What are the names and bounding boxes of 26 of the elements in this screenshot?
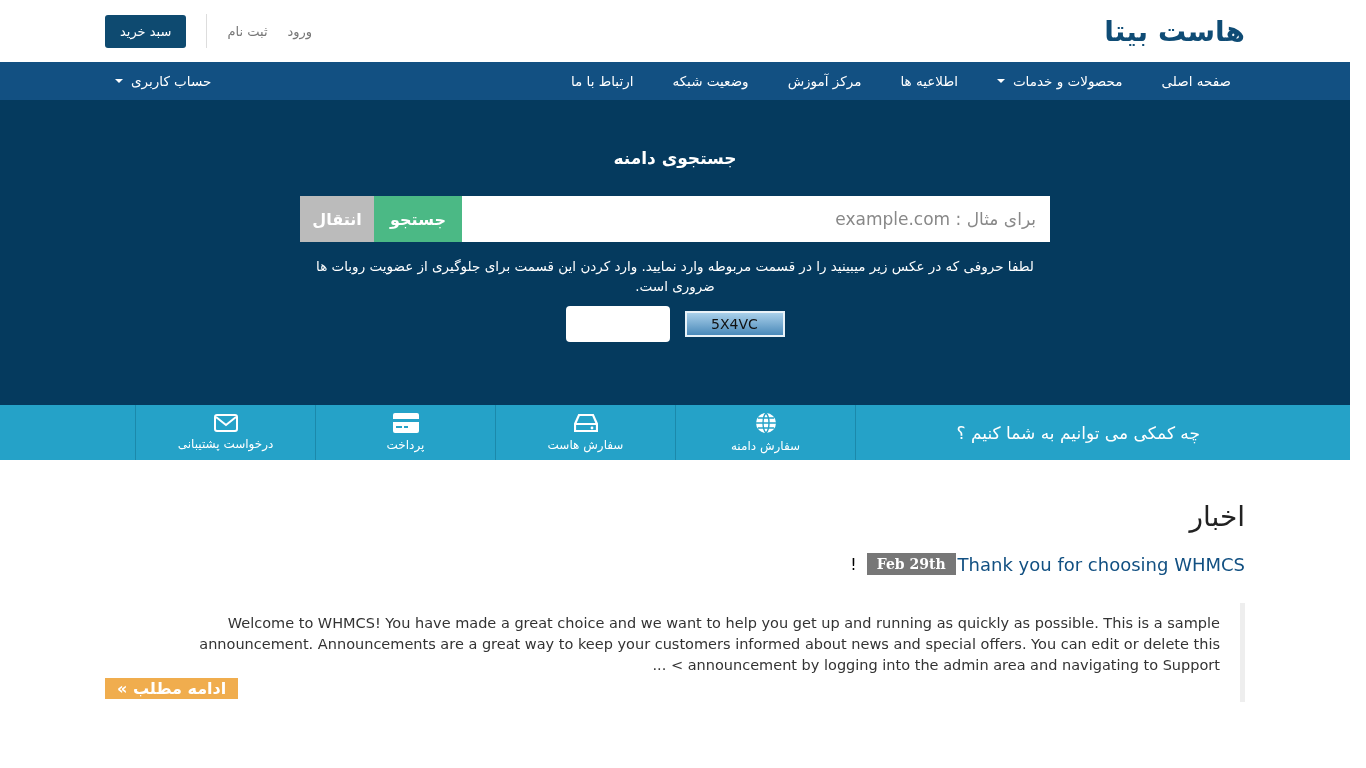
drive-icon (573, 413, 598, 433)
account-menu[interactable]: حساب کاربری (105, 73, 212, 89)
announcement-text: Welcome to WHMCS! You have made a great choice and we want to help you get up and running as quickly as possible. This is a sample announcement. Announcements are a great way to keep your customers informed about news and special offers. You can edit or delete this announcement by logging into the admin area and navigating to Support > ... (198, 614, 1220, 675)
announcement-title[interactable]: Thank you for choosing WHMCS (957, 553, 1245, 575)
news-heading: اخبار (1187, 500, 1245, 533)
nav-item[interactable]: مرکز آموزش (777, 73, 862, 89)
header-link[interactable]: ثبت نام (227, 23, 268, 39)
globe-icon (754, 412, 777, 434)
section-title: جستجوی دامنه (613, 148, 737, 168)
envelope-icon (213, 414, 238, 432)
help-title: چه کمکی می توانیم به شما کنیم ؟ (855, 405, 1245, 460)
title-suffix: ! (850, 554, 857, 574)
header-link[interactable]: ورود (287, 23, 313, 39)
credit-card-icon (392, 413, 419, 433)
captcha-field[interactable] (565, 306, 670, 342)
captcha-image: 5X4VC (684, 311, 785, 337)
cart-button[interactable]: سبد خرید (105, 14, 187, 48)
nav-item[interactable]: وضعیت شبکه (662, 73, 749, 89)
nav-item[interactable]: محصولات و خدمات (986, 73, 1123, 89)
captcha-note: لطفا حروفی که در عکس زیر میبینید را در قسمت مربوطه وارد نمایید. وارد کردن این قسمت برای جلوگیری از عضویت روبات ها ضروری است. (315, 257, 1035, 296)
nav-item[interactable]: صفحه اصلی (1151, 73, 1231, 89)
nav-item[interactable]: اطلاعیه ها (890, 73, 958, 89)
date-label: Feb 29th (866, 553, 956, 575)
domain-search-field[interactable]: برای مثال : example.com (462, 196, 1050, 242)
site-logo[interactable]: هاست بیتا (1104, 14, 1245, 48)
nav-item[interactable]: ارتباط با ما (560, 73, 634, 89)
